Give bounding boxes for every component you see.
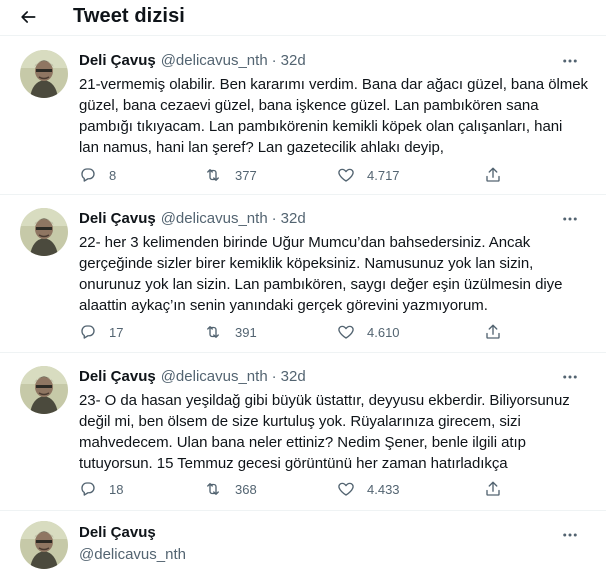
tweet-text-line: 22- her 3 kelimenden birinde Uğur Mumcu’… xyxy=(79,234,531,251)
back-button[interactable] xyxy=(14,3,42,31)
retweet-icon xyxy=(207,483,219,495)
reply-button[interactable]: 17 xyxy=(79,323,123,341)
tweet[interactable]: Deli Çavuş @delicavus_nth · 32d 22- her … xyxy=(0,195,606,352)
tweet-text-line: alaattin aykaç’ın senin yanındaki gerçek… xyxy=(79,297,488,314)
reply-icon xyxy=(81,325,95,339)
tweet-text-line: lan namus, hani lan şeref? Lan gazetecil… xyxy=(79,139,444,156)
reply-count: 17 xyxy=(109,324,124,340)
share-button[interactable] xyxy=(484,166,502,184)
more-horizontal-icon xyxy=(563,533,577,537)
author-name[interactable]: Deli Çavuş xyxy=(79,524,156,541)
separator-dot: · xyxy=(271,210,277,227)
tweet-text: 22- her 3 kelimenden birinde Uğur Mumcu’… xyxy=(79,232,599,316)
tweet-text-line: pambığı tıkıyacam. Lan pambıkörenin kemi… xyxy=(79,118,563,135)
tweet-text-line: 21-vermemiş olabilir. Ben kararımı verdi… xyxy=(79,76,588,93)
tweet[interactable]: Deli Çavuş @delicavus_nth · 32d 23- O da… xyxy=(0,353,606,510)
share-button[interactable] xyxy=(484,323,502,341)
separator-dot: · xyxy=(271,52,277,69)
tweet-text-line: tutuyorsun. 15 Temmuz gecesi görüntünü h… xyxy=(79,455,508,472)
tweet-text: 23- O da hasan yeşildağ gibi büyük üstat… xyxy=(79,390,599,474)
tweet-text-line: 23- O da hasan yeşildağ gibi büyük üstat… xyxy=(79,392,570,409)
reply-button[interactable]: 18 xyxy=(79,480,123,498)
like-count: 4.610 xyxy=(367,324,400,340)
retweet-button[interactable]: 368 xyxy=(203,480,257,498)
share-icon xyxy=(486,167,500,182)
author-name[interactable]: Deli Çavuş xyxy=(79,52,156,69)
retweet-icon xyxy=(207,326,219,338)
heart-icon xyxy=(338,168,354,182)
tweet-time[interactable]: 32d xyxy=(281,52,306,69)
share-icon xyxy=(486,481,500,496)
reply-count: 18 xyxy=(109,481,124,497)
like-button[interactable]: 4.610 xyxy=(337,323,400,341)
reply-button[interactable]: 8 xyxy=(79,166,116,184)
reply-icon xyxy=(81,482,95,496)
retweet-count: 368 xyxy=(235,481,257,497)
retweet-icon xyxy=(207,169,219,181)
like-button[interactable]: 4.717 xyxy=(337,166,400,184)
tweet-time[interactable]: 32d xyxy=(281,368,306,385)
tweet[interactable]: Deli Çavuş @delicavus_nth · 32d 21-verme… xyxy=(0,36,606,194)
more-horizontal-icon xyxy=(563,217,577,221)
tweet-text-line: onurunuz yok lan sizin. Lan pambıkören, … xyxy=(79,276,563,293)
avatar[interactable] xyxy=(20,50,68,98)
separator-dot: · xyxy=(271,368,277,385)
avatar[interactable] xyxy=(20,208,68,256)
like-count: 4.717 xyxy=(367,167,400,183)
author-handle[interactable]: @delicavus_nth xyxy=(161,368,268,385)
more-button[interactable] xyxy=(560,525,580,545)
more-button[interactable] xyxy=(560,51,580,71)
author-handle[interactable]: @delicavus_nth xyxy=(161,52,268,69)
author-name[interactable]: Deli Çavuş xyxy=(79,210,156,227)
tweet-text-line: gerçeğinde sizler birer kemiklik köpeksi… xyxy=(79,255,534,272)
like-count: 4.433 xyxy=(367,481,400,497)
retweet-button[interactable]: 391 xyxy=(203,323,257,341)
more-button[interactable] xyxy=(560,367,580,387)
more-button[interactable] xyxy=(560,209,580,229)
tweet-time[interactable]: 32d xyxy=(281,210,306,227)
share-button[interactable] xyxy=(484,480,502,498)
tweet-text-line: güzel, bana cezaevi güzel, bana işkence … xyxy=(79,97,539,114)
author-name[interactable]: Deli Çavuş xyxy=(79,368,156,385)
thread-header: Tweet dizisi xyxy=(0,0,606,34)
reply-icon xyxy=(81,168,95,182)
avatar[interactable] xyxy=(20,521,68,569)
retweet-count: 391 xyxy=(235,324,257,340)
author-handle[interactable]: @delicavus_nth xyxy=(79,546,186,563)
arrow-left-icon xyxy=(21,11,36,23)
page-title: Tweet dizisi xyxy=(73,5,185,27)
heart-icon xyxy=(338,325,354,339)
tweet-text: 21-vermemiş olabilir. Ben kararımı verdi… xyxy=(79,74,599,158)
retweet-count: 377 xyxy=(235,167,257,183)
retweet-button[interactable]: 377 xyxy=(203,166,257,184)
more-horizontal-icon xyxy=(563,59,577,63)
tweet-text-line: değil mi, ben ölsem de size kurtuluş yok… xyxy=(79,413,521,430)
heart-icon xyxy=(338,482,354,496)
more-horizontal-icon xyxy=(563,375,577,379)
author-handle[interactable]: @delicavus_nth xyxy=(161,210,268,227)
tweet-text-line: mahvedecem. Ulan bana neler ettiniz? Ned… xyxy=(79,434,526,451)
like-button[interactable]: 4.433 xyxy=(337,480,400,498)
share-icon xyxy=(486,324,500,339)
reply-count: 8 xyxy=(109,167,117,183)
avatar[interactable] xyxy=(20,366,68,414)
tweet[interactable]: Deli Çavuş @delicavus_nth xyxy=(0,511,606,573)
